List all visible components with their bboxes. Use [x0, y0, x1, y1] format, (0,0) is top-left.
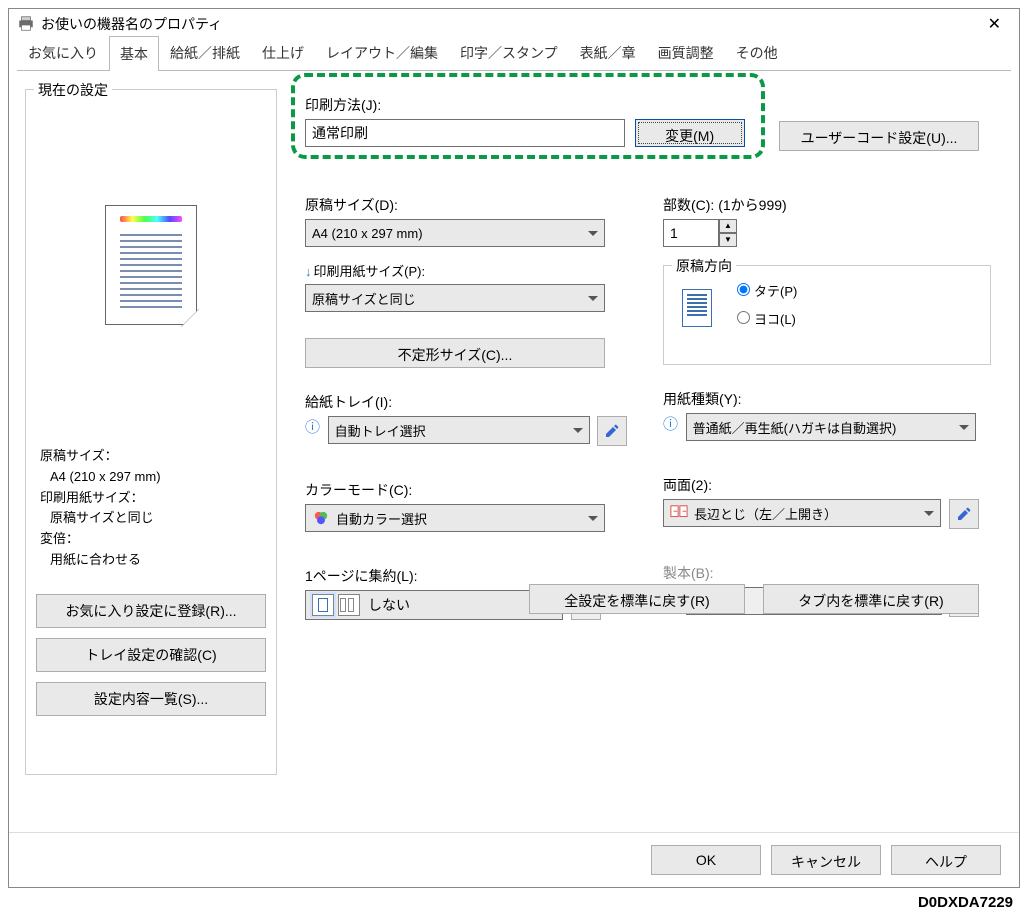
doc-size-select[interactable]: A4 (210 x 297 mm) [305, 219, 605, 247]
color-mode-label: カラーモード(C): [305, 480, 645, 500]
reset-tab-button[interactable]: タブ内を標準に戻す(R) [763, 584, 979, 614]
summary-size-label: 原稿サイズ： [40, 446, 262, 467]
preview-document-icon [105, 205, 197, 325]
print-paper-value: 原稿サイズと同じ [312, 289, 416, 308]
orientation-label: 原稿方向 [672, 256, 736, 276]
copies-up-button[interactable]: ▲ [719, 219, 737, 233]
duplex-select[interactable]: 長辺とじ（左／上開き） [663, 499, 941, 527]
settings-summary: 原稿サイズ： A4 (210 x 297 mm) 印刷用紙サイズ： 原稿サイズと… [36, 444, 266, 584]
custom-size-button[interactable]: 不定形サイズ(C)... [305, 338, 605, 368]
tab-favorites[interactable]: お気に入り [17, 35, 109, 70]
nup-select[interactable]: しない [305, 590, 563, 620]
orientation-landscape-radio[interactable]: ヨコ(L) [732, 308, 797, 328]
nup-value: しない [368, 595, 542, 615]
summary-size-value: A4 (210 x 297 mm) [50, 467, 262, 488]
cancel-button[interactable]: キャンセル [771, 845, 881, 875]
copies-spinbox[interactable]: ▲ ▼ [663, 219, 737, 247]
paper-type-label: 用紙種類(Y): [663, 389, 991, 409]
register-favorite-button[interactable]: お気に入り設定に登録(R)... [36, 594, 266, 628]
info-icon[interactable]: ⓘ [305, 419, 320, 436]
chevron-down-icon [588, 231, 598, 236]
preview-area [36, 100, 266, 430]
tray-select[interactable]: 自動トレイ選択 [328, 416, 590, 444]
duplex-value: 長辺とじ（左／上開き） [694, 504, 918, 523]
summary-paper-value: 原稿サイズと同じ [50, 508, 262, 529]
copies-down-button[interactable]: ▼ [719, 233, 737, 247]
tab-finishing[interactable]: 仕上げ [251, 35, 315, 70]
tray-label: 給紙トレイ(I): [305, 392, 645, 412]
print-paper-select[interactable]: 原稿サイズと同じ [305, 284, 605, 312]
window-title: お使いの機器名のプロパティ [41, 14, 978, 34]
nup-option-2[interactable] [338, 594, 360, 616]
tray-value: 自動トレイ選択 [335, 421, 426, 440]
confirm-tray-button[interactable]: トレイ設定の確認(C) [36, 638, 266, 672]
duplex-label: 両面(2): [663, 475, 991, 495]
duplex-edit-button[interactable] [949, 499, 979, 529]
orientation-preview-icon [682, 289, 712, 327]
nup-label: 1ページに集約(L): [305, 566, 645, 586]
print-method-field[interactable]: 通常印刷 [305, 119, 625, 147]
current-settings-label: 現在の設定 [34, 80, 112, 100]
paper-type-value: 普通紙／再生紙(ハガキは自動選択) [693, 418, 897, 437]
summary-zoom-value: 用紙に合わせる [50, 550, 262, 571]
doc-size-value: A4 (210 x 297 mm) [312, 226, 423, 241]
tab-quality[interactable]: 画質調整 [647, 35, 725, 70]
tab-stamp[interactable]: 印字／スタンプ [449, 35, 569, 70]
orientation-portrait-radio[interactable]: タテ(P) [732, 280, 797, 300]
ok-button[interactable]: OK [651, 845, 761, 875]
summary-paper-label: 印刷用紙サイズ： [40, 488, 262, 509]
duplex-icon [670, 504, 688, 522]
copies-input[interactable] [663, 219, 719, 247]
print-method-change-button[interactable]: 変更(M) [635, 119, 745, 147]
tab-paper-feed[interactable]: 給紙／排紙 [159, 35, 251, 70]
tab-cover-chapter[interactable]: 表紙／章 [569, 35, 647, 70]
paper-type-select[interactable]: 普通紙／再生紙(ハガキは自動選択) [686, 413, 976, 441]
doc-size-label: 原稿サイズ(D): [305, 195, 645, 215]
chevron-down-icon [588, 296, 598, 301]
chevron-down-icon [588, 516, 598, 521]
reset-all-button[interactable]: 全設定を標準に戻す(R) [529, 584, 745, 614]
dialog-footer: OK キャンセル ヘルプ [9, 832, 1019, 887]
chevron-down-icon [573, 428, 583, 433]
printer-icon [17, 16, 35, 32]
print-paper-label: ↓印刷用紙サイズ(P): [305, 261, 645, 280]
info-icon[interactable]: ⓘ [663, 416, 678, 433]
document-code: D0DXDA7229 [918, 894, 1013, 911]
tab-basic[interactable]: 基本 [109, 36, 159, 71]
help-button[interactable]: ヘルプ [891, 845, 1001, 875]
color-mode-select[interactable]: 自動カラー選択 [305, 504, 605, 532]
close-icon[interactable]: ✕ [978, 10, 1011, 38]
tab-layout-edit[interactable]: レイアウト／編集 [315, 35, 449, 70]
summary-zoom-label: 変倍： [40, 529, 262, 550]
chevron-down-icon [959, 425, 969, 430]
user-code-button[interactable]: ユーザーコード設定(U)... [779, 121, 979, 151]
color-mode-value: 自動カラー選択 [336, 509, 582, 528]
chevron-down-icon [924, 511, 934, 516]
tab-other[interactable]: その他 [725, 35, 789, 70]
settings-list-button[interactable]: 設定内容一覧(S)... [36, 682, 266, 716]
copies-label: 部数(C): (1から999) [663, 195, 991, 215]
nup-option-1[interactable] [312, 594, 334, 616]
tab-bar: お気に入り 基本 給紙／排紙 仕上げ レイアウト／編集 印字／スタンプ 表紙／章… [17, 39, 1011, 71]
tray-edit-button[interactable] [597, 416, 627, 446]
printer-properties-dialog: お使いの機器名のプロパティ ✕ お気に入り 基本 給紙／排紙 仕上げ レイアウト… [8, 8, 1020, 888]
print-method-label: 印刷方法(J): [305, 95, 991, 115]
booklet-label: 製本(B): [663, 563, 991, 583]
color-wheel-icon [312, 509, 330, 527]
arrow-down-icon: ↓ [305, 264, 312, 279]
current-settings-group: 現在の設定 原稿サイズ： A4 (210 x 297 mm) 印刷用紙サイ [25, 89, 277, 775]
